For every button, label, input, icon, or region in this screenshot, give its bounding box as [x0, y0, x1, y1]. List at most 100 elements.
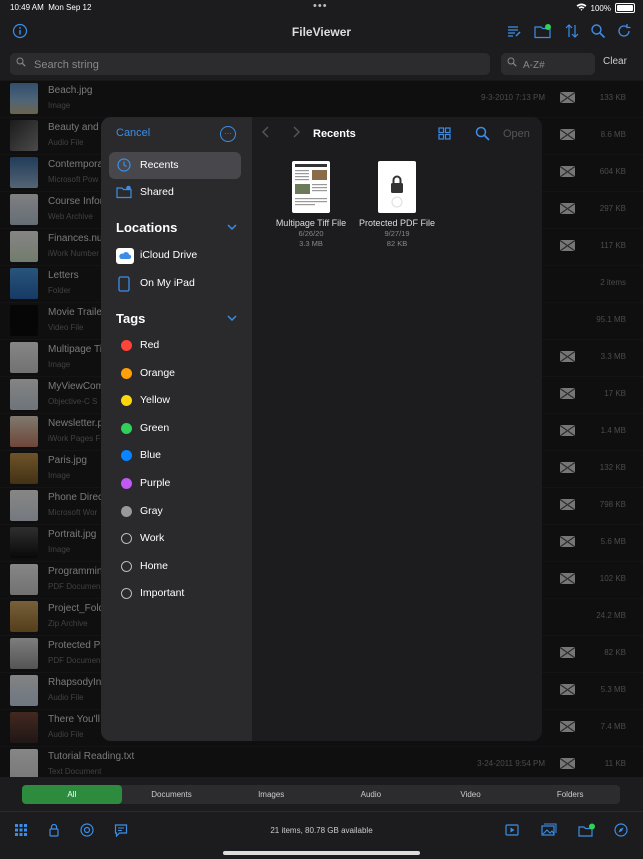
- tag-color-dot-icon: [121, 367, 132, 379]
- tag-item-purple[interactable]: Purple: [109, 470, 241, 497]
- tag-label: Gray: [140, 504, 163, 517]
- filter-input[interactable]: [521, 53, 595, 77]
- picker-sidebar: Cancel ··· Recents Shared Locations iClo…: [101, 117, 252, 741]
- tags-header: Tags: [116, 311, 146, 326]
- compass-icon[interactable]: [613, 823, 629, 839]
- filter-magnifier-icon: [507, 57, 517, 70]
- sidebar-item-label: Shared: [140, 186, 174, 198]
- edit-list-icon[interactable]: [505, 23, 523, 41]
- more-options-icon[interactable]: ···: [220, 126, 236, 142]
- status-right: 100%: [576, 3, 635, 13]
- sidebar-item-recents[interactable]: Recents: [109, 152, 241, 179]
- picker-search-icon[interactable]: [475, 126, 490, 144]
- sidebar-item-icloud-drive[interactable]: iCloud Drive: [109, 242, 241, 269]
- search-magnifier-icon: [16, 57, 26, 70]
- tag-color-dot-icon: [121, 395, 132, 407]
- icloud-icon: [116, 248, 134, 264]
- document-size: 3.3 MB: [299, 239, 323, 248]
- lock-icon: [391, 175, 403, 208]
- search-box: [10, 53, 490, 77]
- clear-button[interactable]: Clear: [603, 56, 627, 67]
- ipad-icon: [116, 276, 132, 292]
- clock-icon: [116, 158, 132, 172]
- tag-label: Home: [140, 559, 169, 572]
- battery-percent: 100%: [590, 3, 611, 13]
- tags-chevron-down-icon[interactable]: [227, 314, 237, 325]
- document-name: Multipage Tiff File: [275, 218, 347, 228]
- document-item-protected-pdf[interactable]: Protected PDF File 9/27/19 82 KB: [356, 161, 438, 249]
- sidebar-item-label: Recents: [140, 159, 179, 171]
- segment-bar: All Documents Images Audio Video Folders: [0, 777, 643, 811]
- search-row: Clear: [0, 48, 643, 81]
- sidebar-item-on-my-ipad[interactable]: On My iPad: [109, 270, 241, 297]
- tag-color-dot-icon: [121, 450, 132, 462]
- tag-item-red[interactable]: Red: [109, 332, 241, 359]
- tag-label: Yellow: [140, 394, 170, 407]
- document-date: 9/27/19: [384, 229, 410, 238]
- document-size: 82 KB: [386, 239, 408, 248]
- locations-chevron-down-icon[interactable]: [227, 223, 237, 234]
- multitasking-dots-icon[interactable]: •••: [313, 0, 328, 12]
- tag-item-orange[interactable]: Orange: [109, 360, 241, 387]
- document-thumbnail: [292, 161, 330, 213]
- document-date: 6/26/20: [298, 229, 324, 238]
- sidebar-item-label: iCloud Drive: [140, 249, 198, 261]
- search-icon[interactable]: [589, 23, 607, 41]
- locations-header: Locations: [116, 220, 178, 235]
- shared-folder-icon: [116, 185, 132, 199]
- tag-label: Red: [140, 339, 160, 351]
- tag-item-blue[interactable]: Blue: [109, 442, 241, 469]
- new-folder-icon[interactable]: [534, 23, 552, 41]
- tag-item-work[interactable]: Work: [109, 525, 241, 552]
- segment-video[interactable]: Video: [421, 785, 521, 804]
- tag-color-dot-icon: [121, 340, 132, 351]
- document-name: Protected PDF File: [358, 218, 436, 228]
- segment-audio[interactable]: Audio: [321, 785, 421, 804]
- add-location-icon[interactable]: [578, 823, 595, 839]
- open-button[interactable]: Open: [503, 128, 530, 140]
- segment-documents[interactable]: Documents: [122, 785, 222, 804]
- date-text: Mon Sep 12: [48, 3, 92, 12]
- segment-folders[interactable]: Folders: [520, 785, 620, 804]
- tag-color-dot-icon: [121, 478, 132, 489]
- tag-label: Blue: [140, 449, 162, 462]
- back-chevron-icon[interactable]: [261, 126, 270, 141]
- document-item-multipage-tiff[interactable]: Multipage Tiff File 6/26/20 3.3 MB: [270, 161, 352, 249]
- segment-all[interactable]: All: [22, 785, 122, 804]
- document-thumbnail: [378, 161, 416, 213]
- search-input[interactable]: [32, 53, 476, 77]
- navigation-bar: FileViewer: [0, 16, 643, 48]
- status-time: 10:49 AM Mon Sep 12: [10, 3, 91, 12]
- play-icon[interactable]: [504, 823, 520, 839]
- picker-title: Recents: [313, 128, 356, 140]
- forward-chevron-icon[interactable]: [292, 126, 301, 141]
- photos-icon[interactable]: [541, 823, 557, 839]
- grid-view-toggle-icon[interactable]: [438, 127, 451, 143]
- wifi-icon: [576, 3, 587, 13]
- tag-label: Purple: [140, 477, 171, 489]
- sidebar-item-label: On My iPad: [140, 277, 195, 289]
- tag-empty-circle-icon: [121, 560, 132, 572]
- tag-empty-circle-icon: [121, 588, 132, 600]
- tag-item-important[interactable]: Important: [109, 580, 241, 607]
- picker-content: Recents Open Multipage Tiff File 6/26/20…: [252, 117, 542, 741]
- tag-item-yellow[interactable]: Yellow: [109, 387, 241, 414]
- tag-item-home[interactable]: Home: [109, 553, 241, 580]
- tag-color-dot-icon: [121, 422, 132, 434]
- tag-empty-circle-icon: [121, 533, 132, 545]
- tag-item-green[interactable]: Green: [109, 415, 241, 442]
- filter-box: [501, 53, 595, 77]
- refresh-icon[interactable]: [615, 23, 633, 41]
- status-bar: 10:49 AM Mon Sep 12 ••• 100%: [0, 0, 643, 16]
- cancel-button[interactable]: Cancel: [116, 127, 150, 139]
- tag-color-dot-icon: [121, 505, 132, 517]
- segment-images[interactable]: Images: [221, 785, 321, 804]
- battery-icon: [615, 3, 635, 13]
- time-text: 10:49 AM: [10, 3, 44, 12]
- tag-label: Green: [140, 421, 170, 434]
- file-type-segmented-control: All Documents Images Audio Video Folders: [22, 785, 620, 804]
- bottom-toolbar: 21 items, 80.78 GB available: [0, 811, 643, 859]
- sidebar-item-shared[interactable]: Shared: [109, 179, 241, 206]
- sort-icon[interactable]: [563, 23, 581, 41]
- tag-item-gray[interactable]: Gray: [109, 498, 241, 525]
